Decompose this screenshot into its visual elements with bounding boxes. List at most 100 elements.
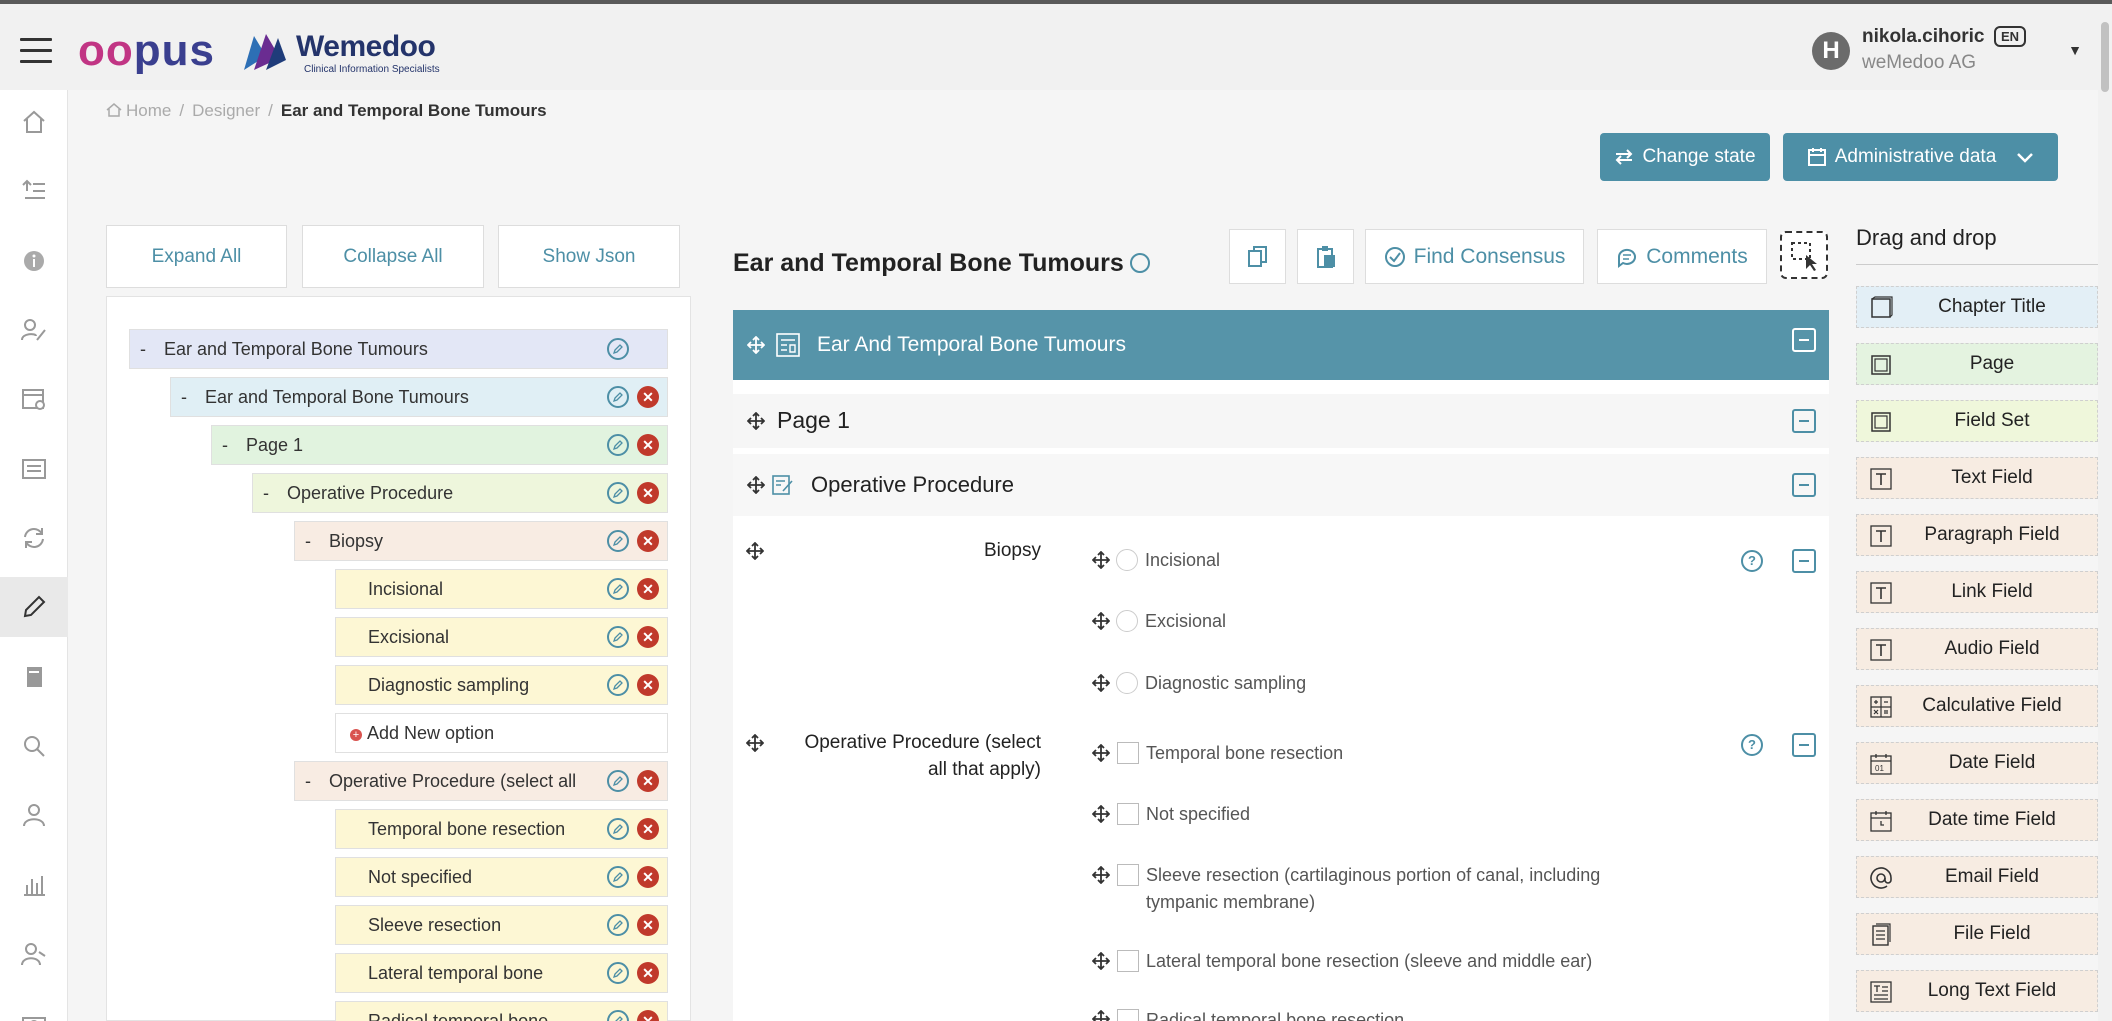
checkbox-option[interactable]: [1117, 1009, 1139, 1021]
chapter-section[interactable]: Ear And Temporal Bone Tumours: [733, 310, 1829, 380]
nav-structure[interactable]: [0, 161, 68, 221]
change-state-button[interactable]: Change state: [1600, 133, 1770, 181]
palette-item-page[interactable]: Page: [1856, 343, 2098, 385]
collapse-toggle[interactable]: -: [212, 435, 238, 456]
palette-item-date-field[interactable]: 01 Date Field: [1856, 742, 2098, 784]
comments-button[interactable]: Comments: [1597, 229, 1767, 284]
tree-node[interactable]: - Operative Procedure ✕: [252, 473, 668, 513]
move-icon[interactable]: [1092, 744, 1110, 762]
edit-icon[interactable]: [607, 770, 629, 792]
radio-option[interactable]: [1116, 672, 1138, 694]
move-icon[interactable]: [746, 542, 764, 560]
breadcrumb-home[interactable]: Home: [126, 101, 171, 120]
tree-node[interactable]: Temporal bone resection ✕: [335, 809, 668, 849]
tree-node[interactable]: - Operative Procedure (select all ✕: [294, 761, 668, 801]
language-badge[interactable]: EN: [1994, 26, 2027, 47]
collapse-toggle[interactable]: -: [295, 531, 321, 552]
move-icon[interactable]: [1092, 866, 1110, 884]
edit-title-icon[interactable]: [1129, 253, 1150, 273]
edit-icon[interactable]: [607, 818, 629, 840]
breadcrumb-designer[interactable]: Designer: [192, 101, 260, 120]
edit-icon[interactable]: [607, 674, 629, 696]
opus-logo[interactable]: oopus: [78, 26, 215, 76]
edit-icon[interactable]: [607, 866, 629, 888]
nav-sync[interactable]: [0, 508, 68, 568]
checkbox-option[interactable]: [1117, 803, 1139, 825]
edit-icon[interactable]: [607, 386, 629, 408]
radio-option[interactable]: [1116, 549, 1138, 571]
delete-icon[interactable]: ✕: [637, 674, 659, 696]
expand-all-button[interactable]: Expand All: [106, 225, 287, 288]
palette-item-date-time-field[interactable]: Date time Field: [1856, 799, 2098, 841]
page-scrollbar[interactable]: [2098, 4, 2112, 1021]
palette-item-link-field[interactable]: Link Field: [1856, 571, 2098, 613]
delete-icon[interactable]: ✕: [637, 578, 659, 600]
collapse-icon[interactable]: [1792, 733, 1816, 757]
help-icon[interactable]: ?: [1741, 734, 1763, 756]
hamburger-menu-icon[interactable]: [20, 38, 52, 64]
tree-node[interactable]: Incisional ✕: [335, 569, 668, 609]
tree-node[interactable]: Sleeve resection ✕: [335, 905, 668, 945]
delete-icon[interactable]: ✕: [637, 866, 659, 888]
delete-icon[interactable]: ✕: [637, 434, 659, 456]
palette-item-file-field[interactable]: File Field: [1856, 913, 2098, 955]
nav-book[interactable]: [0, 647, 68, 707]
tree-node[interactable]: Excisional ✕: [335, 617, 668, 657]
tree-node[interactable]: - Ear and Temporal Bone Tumours: [129, 329, 668, 369]
palette-item-long-text-field[interactable]: Long Text Field: [1856, 970, 2098, 1012]
collapse-toggle[interactable]: -: [171, 387, 197, 408]
delete-icon[interactable]: ✕: [637, 530, 659, 552]
add-new-option-button[interactable]: + Add New option: [335, 713, 668, 753]
edit-icon[interactable]: [607, 482, 629, 504]
move-icon[interactable]: [1092, 551, 1110, 569]
collapse-icon[interactable]: [1792, 549, 1816, 573]
collapse-toggle[interactable]: -: [295, 771, 321, 792]
tree-node[interactable]: Diagnostic sampling ✕: [335, 665, 668, 705]
edit-icon[interactable]: [607, 962, 629, 984]
paste-button[interactable]: [1297, 229, 1354, 284]
palette-item-email-field[interactable]: Email Field: [1856, 856, 2098, 898]
nav-person[interactable]: [0, 785, 68, 845]
selection-tool-button[interactable]: [1780, 231, 1828, 279]
edit-icon[interactable]: [607, 626, 629, 648]
delete-icon[interactable]: ✕: [637, 914, 659, 936]
checkbox-option[interactable]: [1117, 950, 1139, 972]
nav-search[interactable]: [0, 716, 68, 776]
delete-icon[interactable]: ✕: [637, 626, 659, 648]
move-icon[interactable]: [1092, 952, 1110, 970]
help-icon[interactable]: ?: [1741, 550, 1763, 572]
administrative-data-button[interactable]: Administrative data: [1783, 133, 2058, 181]
caret-down-icon[interactable]: ▼: [2068, 42, 2082, 58]
tree-node[interactable]: Not specified ✕: [335, 857, 668, 897]
move-icon[interactable]: [747, 412, 765, 430]
user-menu[interactable]: H nikola.cihoric EN weMedoo AG ▼: [1812, 26, 2082, 76]
tree-node[interactable]: Lateral temporal bone ✕: [335, 953, 668, 993]
nav-list[interactable]: [0, 439, 68, 499]
delete-icon[interactable]: ✕: [637, 386, 659, 408]
edit-icon[interactable]: [607, 434, 629, 456]
move-icon[interactable]: [1092, 1010, 1110, 1021]
show-json-button[interactable]: Show Json: [498, 225, 680, 288]
delete-icon[interactable]: ✕: [637, 818, 659, 840]
collapse-icon[interactable]: [1792, 328, 1816, 352]
palette-item-audio-field[interactable]: Audio Field: [1856, 628, 2098, 670]
collapse-icon[interactable]: [1792, 473, 1816, 497]
nav-info[interactable]: [0, 231, 68, 291]
palette-item-paragraph-field[interactable]: Paragraph Field: [1856, 514, 2098, 556]
nav-settings[interactable]: [0, 369, 68, 429]
tree-node[interactable]: Radical temporal bone ✕: [335, 1001, 668, 1021]
move-icon[interactable]: [1092, 805, 1110, 823]
copy-button[interactable]: [1229, 229, 1286, 284]
edit-icon[interactable]: [607, 338, 629, 360]
palette-item-chapter-title[interactable]: Chapter Title: [1856, 286, 2098, 328]
move-icon[interactable]: [747, 476, 765, 494]
delete-icon[interactable]: ✕: [637, 962, 659, 984]
radio-option[interactable]: [1116, 610, 1138, 632]
tree-node[interactable]: - Page 1 ✕: [211, 425, 668, 465]
nav-camera[interactable]: [0, 993, 68, 1021]
collapse-icon[interactable]: [1792, 409, 1816, 433]
nav-home[interactable]: [0, 92, 68, 152]
collapse-all-button[interactable]: Collapse All: [302, 225, 484, 288]
tree-node[interactable]: - Ear and Temporal Bone Tumours ✕: [170, 377, 668, 417]
nav-designer[interactable]: [0, 577, 68, 637]
